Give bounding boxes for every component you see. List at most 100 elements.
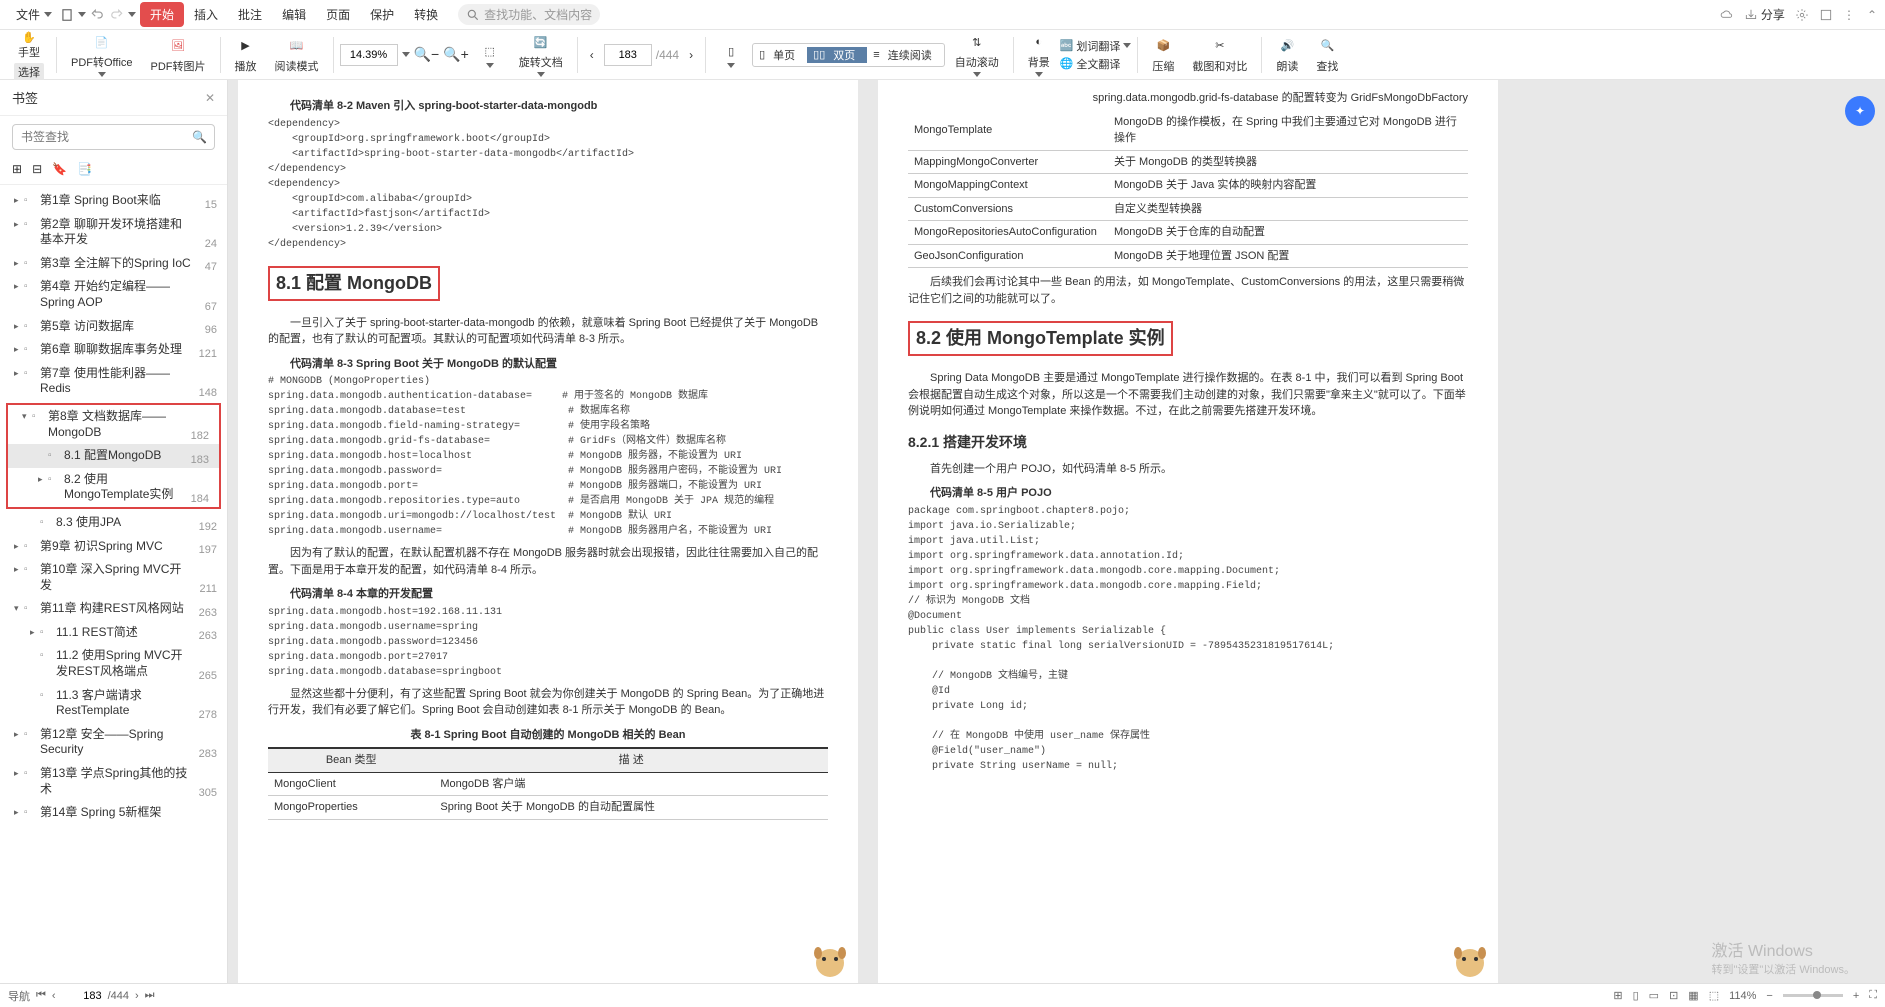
- bookmark-alt-icon[interactable]: 📑: [77, 162, 92, 176]
- first-page-icon[interactable]: ⏮: [36, 989, 46, 1002]
- bookmark-item[interactable]: ▸▫第4章 开始约定编程——Spring AOP67: [0, 275, 227, 314]
- bookmark-item[interactable]: ▸▫第2章 聊聊开发环境搭建和基本开发24: [0, 213, 227, 252]
- status-page-input[interactable]: [62, 990, 102, 1002]
- zoom-in-icon[interactable]: 🔍+: [443, 46, 469, 63]
- toggle-arrow-icon[interactable]: ▸: [14, 541, 24, 552]
- layout-icon-5[interactable]: ▦: [1688, 989, 1698, 1002]
- auto-scroll[interactable]: ⇅自动滚动: [947, 30, 1007, 79]
- compress[interactable]: 📦压缩: [1144, 34, 1182, 76]
- layout-icon-2[interactable]: ▯: [1633, 989, 1639, 1002]
- bookmark-item[interactable]: ▸▫第1章 Spring Boot来临15: [0, 189, 227, 213]
- read-aloud[interactable]: 🔊朗读: [1268, 34, 1306, 76]
- layout-icon-1[interactable]: ⊞: [1613, 989, 1622, 1002]
- play-button[interactable]: ▶播放: [227, 34, 265, 76]
- page-input[interactable]: [604, 44, 652, 66]
- close-icon[interactable]: ✕: [205, 91, 215, 105]
- page-mode-toggle[interactable]: ▯ 单页 ▯▯ 双页 ≡ 连续阅读: [752, 43, 945, 67]
- bookmark-item[interactable]: ▫8.1 配置MongoDB183: [8, 444, 219, 468]
- fit-width[interactable]: ⬚: [471, 39, 509, 70]
- last-page-icon[interactable]: ⏭: [145, 989, 155, 1002]
- zoom-in-icon[interactable]: +: [1853, 990, 1859, 1002]
- menu-protect[interactable]: 保护: [360, 2, 404, 27]
- bookmark-item[interactable]: ▸▫11.1 REST简述263: [0, 621, 227, 645]
- bookmark-item[interactable]: ▸▫第13章 学点Spring其他的技术305: [0, 762, 227, 801]
- global-search[interactable]: 查找功能、文档内容: [458, 4, 600, 25]
- doc-icon[interactable]: [60, 8, 74, 22]
- document-viewport[interactable]: 代码清单 8-2 Maven 引入 spring-boot-starter-da…: [228, 80, 1885, 983]
- search-icon[interactable]: 🔍: [192, 130, 207, 144]
- crop-compare[interactable]: ✂截图和对比: [1184, 34, 1255, 76]
- next-page-icon[interactable]: ›: [135, 990, 139, 1002]
- fullscreen-icon[interactable]: ⛶: [1869, 989, 1877, 1002]
- bookmark-icon[interactable]: 🔖: [52, 162, 67, 176]
- read-mode[interactable]: 📖阅读模式: [267, 34, 327, 76]
- hand-tool[interactable]: ✋手型: [12, 29, 46, 62]
- toggle-arrow-icon[interactable]: ▸: [14, 564, 24, 575]
- bookmark-item[interactable]: ▸▫第12章 安全——Spring Security283: [0, 723, 227, 762]
- toggle-arrow-icon[interactable]: ▾: [14, 603, 24, 614]
- page-layout[interactable]: ▯: [712, 39, 750, 70]
- bookmark-item[interactable]: ▸▫第5章 访问数据库96: [0, 315, 227, 339]
- bookmark-item[interactable]: ▸▫8.2 使用MongoTemplate实例184: [8, 468, 219, 507]
- assistant-float-button[interactable]: ✦: [1845, 96, 1875, 126]
- double-page[interactable]: ▯▯ 双页: [807, 47, 867, 63]
- continuous-read[interactable]: ≡ 连续阅读: [867, 47, 943, 63]
- file-menu[interactable]: 文件: [8, 2, 60, 27]
- toggle-arrow-icon[interactable]: ▸: [14, 344, 24, 355]
- single-page[interactable]: ▯ 单页: [753, 47, 807, 63]
- bookmark-item[interactable]: ▫8.3 使用JPA192: [0, 511, 227, 535]
- menu-start[interactable]: 开始: [140, 2, 184, 27]
- bookmark-item[interactable]: ▾▫第8章 文档数据库——MongoDB182: [8, 405, 219, 444]
- background[interactable]: ◐背景: [1020, 30, 1058, 79]
- zoom-fit-icon[interactable]: ⬚: [1709, 989, 1719, 1002]
- toggle-arrow-icon[interactable]: ▸: [14, 368, 24, 379]
- undo-icon[interactable]: [90, 8, 104, 22]
- menu-annotate[interactable]: 批注: [228, 2, 272, 27]
- next-page-icon[interactable]: ›: [683, 48, 699, 62]
- select-tool[interactable]: 选择: [14, 63, 44, 81]
- prev-page-icon[interactable]: ‹: [584, 48, 600, 62]
- bookmark-item[interactable]: ▸▫第14章 Spring 5新框架: [0, 801, 227, 825]
- toggle-arrow-icon[interactable]: ▸: [14, 768, 24, 779]
- menu-edit[interactable]: 编辑: [272, 2, 316, 27]
- layout-icon-4[interactable]: ⊡: [1669, 989, 1678, 1002]
- find[interactable]: 🔍查找: [1308, 34, 1346, 76]
- toggle-arrow-icon[interactable]: ▸: [14, 729, 24, 740]
- pdf-to-image[interactable]: 🖼PDF转图片: [143, 34, 214, 76]
- menu-page[interactable]: 页面: [316, 2, 360, 27]
- full-translate[interactable]: 🌐 全文翻译: [1060, 56, 1132, 72]
- bookmark-item[interactable]: ▸▫第10章 深入Spring MVC开发211: [0, 558, 227, 597]
- word-translate[interactable]: 🔤 划词翻译: [1060, 38, 1132, 54]
- menu-insert[interactable]: 插入: [184, 2, 228, 27]
- toggle-arrow-icon[interactable]: ▸: [14, 321, 24, 332]
- toggle-arrow-icon[interactable]: ▸: [30, 627, 40, 638]
- bookmark-item[interactable]: ▸▫第6章 聊聊数据库事务处理121: [0, 338, 227, 362]
- rotate-doc[interactable]: 🔄旋转文档: [511, 30, 571, 79]
- toggle-arrow-icon[interactable]: ▸: [14, 281, 24, 292]
- bookmark-item[interactable]: ▫11.3 客户端请求RestTemplate278: [0, 684, 227, 723]
- collapse-all-icon[interactable]: ⊟: [32, 162, 42, 176]
- zoom-slider[interactable]: [1783, 994, 1843, 997]
- more-icon[interactable]: ⋮: [1843, 8, 1857, 22]
- zoom-out-icon[interactable]: 🔍−: [414, 46, 440, 63]
- chevron-down-icon[interactable]: [402, 52, 410, 57]
- zoom-input[interactable]: [340, 44, 398, 66]
- skin-icon[interactable]: [1819, 8, 1833, 22]
- share-button[interactable]: 分享: [1744, 6, 1785, 23]
- toggle-arrow-icon[interactable]: ▸: [14, 258, 24, 269]
- toggle-arrow-icon[interactable]: ▸: [14, 219, 24, 230]
- toggle-arrow-icon[interactable]: ▸: [38, 474, 48, 485]
- toggle-arrow-icon[interactable]: ▸: [14, 807, 24, 818]
- zoom-out-icon[interactable]: −: [1766, 990, 1772, 1002]
- bookmark-item[interactable]: ▸▫第3章 全注解下的Spring IoC47: [0, 252, 227, 276]
- layout-icon-3[interactable]: ▭: [1649, 989, 1659, 1002]
- menu-convert[interactable]: 转换: [404, 2, 448, 27]
- pdf-to-office[interactable]: 📄PDF转Office: [63, 30, 141, 79]
- cloud-icon[interactable]: [1720, 8, 1734, 22]
- expand-icon[interactable]: ⌃: [1867, 8, 1877, 22]
- toggle-arrow-icon[interactable]: ▸: [14, 195, 24, 206]
- expand-all-icon[interactable]: ⊞: [12, 162, 22, 176]
- prev-page-icon[interactable]: ‹: [52, 990, 56, 1002]
- bookmark-item[interactable]: ▫11.2 使用Spring MVC开发REST风格端点265: [0, 644, 227, 683]
- bookmark-search-input[interactable]: [12, 124, 215, 150]
